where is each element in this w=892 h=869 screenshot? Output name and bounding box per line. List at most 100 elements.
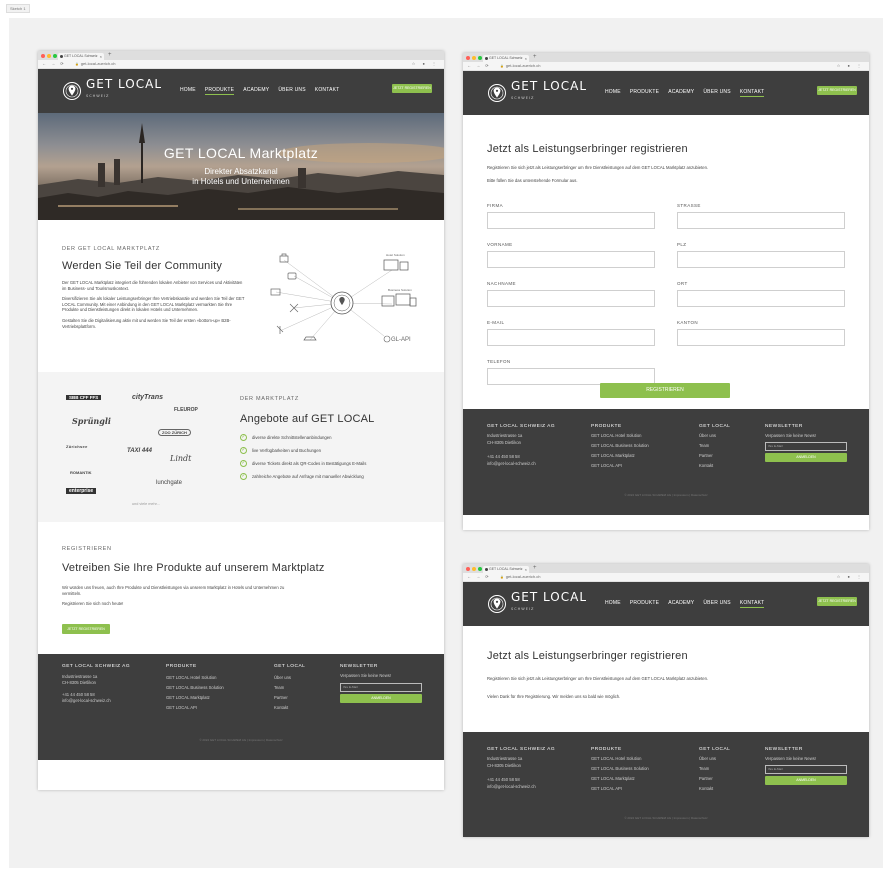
form-intro: Registrieren Sie sich jetzt als Leistung… <box>487 165 709 183</box>
menu-item-home[interactable]: HOME <box>180 87 196 95</box>
address-bar[interactable]: ← → ⟳ get-local-zuerich.ch ☆ ● ⋮ <box>38 60 444 69</box>
newsletter-email-input[interactable]: Ihre E-Mail <box>765 442 847 451</box>
main-menu: HOME PRODUKTE ACADEMY ÜBER UNS KONTAKT <box>605 89 765 97</box>
url-text[interactable]: get-local-zuerich.ch <box>500 574 541 579</box>
hero-subtitle: Direkter Absatzkanal in Hotels und Untern… <box>192 167 290 186</box>
partner-logo-sbb: SBB CFF FFS <box>66 395 102 400</box>
browser-tab[interactable]: GET LOCAL Schweiz × <box>58 53 104 60</box>
field-strasse[interactable] <box>677 212 845 229</box>
new-tab-icon[interactable]: + <box>108 52 112 58</box>
window-produkte: GET LOCAL Schweiz× + ← → ⟳ get-local-zue… <box>38 51 444 790</box>
menu-item-home[interactable]: HOME <box>605 89 621 97</box>
address-bar[interactable]: ← → ⟳ get-local-zuerich.ch ☆ ● ⋮ <box>463 62 869 71</box>
address-bar[interactable]: ← → ⟳ get-local-zuerich.ch ☆ ● ⋮ <box>463 573 869 582</box>
new-tab-icon[interactable]: + <box>533 54 537 60</box>
offers-section: SBB CFF FFS cityTrans FLEUROP Sprüngli Z… <box>38 372 444 522</box>
register-now-button[interactable]: JETZT REGISTRIEREN <box>62 624 110 634</box>
partner-logo-fleurop: FLEUROP <box>174 407 198 413</box>
logo-pin-icon <box>488 83 506 102</box>
site-header: GET LOCAL SCHWEIZ HOME PRODUKTE ACADEMY Ü… <box>38 69 444 113</box>
offers-title: Angebote auf GET LOCAL <box>240 413 375 425</box>
url-text[interactable]: get-local-zuerich.ch <box>75 61 116 66</box>
new-tab-icon[interactable]: + <box>533 565 537 571</box>
field-vorname[interactable] <box>487 251 655 268</box>
close-tab-icon[interactable]: × <box>100 53 102 60</box>
diagram-api-label: GL-API <box>391 337 411 343</box>
menu-item-produkte[interactable]: PRODUKTE <box>630 89 659 97</box>
site-logo[interactable]: GET LOCAL SCHWEIZ <box>487 591 587 615</box>
menu-item-kontakt[interactable]: KONTAKT <box>739 600 765 608</box>
menu-item-produkte[interactable]: PRODUKTE <box>204 87 235 95</box>
browser-nav-icons[interactable]: ← → ⟳ <box>467 574 491 579</box>
newsletter-subscribe-button[interactable]: ANMELDEN <box>765 453 847 462</box>
window-controls[interactable] <box>466 56 482 60</box>
success-section: Jetzt als Leistungserbringer registriere… <box>463 626 869 732</box>
site-footer: GET LOCAL SCHWEIZ AG Industriestrasse 1a… <box>463 409 869 515</box>
site-header: GET LOCAL SCHWEIZ HOME PRODUKTE ACADEMY Ü… <box>463 71 869 115</box>
offer-item: ✓ zahlreiche Angebote auf Anfrage mit man… <box>240 473 364 480</box>
partner-logos: SBB CFF FFS cityTrans FLEUROP Sprüngli Z… <box>62 392 227 517</box>
browser-tab[interactable]: GET LOCAL Schweiz × <box>483 566 529 573</box>
newsletter-email-input[interactable]: Ihre E-Mail <box>765 765 847 774</box>
field-email[interactable] <box>487 329 655 346</box>
window-controls[interactable] <box>41 54 57 58</box>
site-logo[interactable]: GET LOCAL SCHWEIZ <box>62 78 162 102</box>
form-right-column: STRASSE PLZ ORT KANTON <box>677 203 845 346</box>
menu-item-kontakt[interactable]: KONTAKT <box>739 89 765 97</box>
footer-newsletter: NEWSLETTER Verpassen Sie keine News! Ihr… <box>765 746 847 785</box>
partner-logo-lunchgate: lunchgate <box>156 480 183 486</box>
hero-title: GET LOCAL Marktplatz <box>163 145 319 161</box>
browser-ext-icons[interactable]: ☆ ● ⋮ <box>837 63 864 68</box>
footer-company: GET LOCAL SCHWEIZ AG Industriestrasse 1a… <box>487 747 556 789</box>
browser-tabbar: GET LOCAL Schweiz × + <box>463 53 869 62</box>
footer-newsletter: NEWSLETTER Verpassen Sie keine News! Ihr… <box>340 664 422 703</box>
close-tab-icon[interactable]: × <box>525 566 527 573</box>
success-title: Jetzt als Leistungserbringer registriere… <box>487 650 688 662</box>
menu-item-ueber-uns[interactable]: ÜBER UNS <box>703 600 730 608</box>
browser-ext-icons[interactable]: ☆ ● ⋮ <box>837 574 864 579</box>
field-kanton[interactable] <box>677 329 845 346</box>
url-text[interactable]: get-local-zuerich.ch <box>500 63 541 68</box>
browser-nav-icons[interactable]: ← → ⟳ <box>467 63 491 68</box>
logo-pin-icon <box>488 594 506 613</box>
menu-item-home[interactable]: HOME <box>605 600 621 608</box>
close-tab-icon[interactable]: × <box>525 55 527 62</box>
field-ort[interactable] <box>677 290 845 307</box>
artboard-canvas: GET LOCAL Schweiz× + ← → ⟳ get-local-zue… <box>9 18 883 868</box>
menu-item-kontakt[interactable]: KONTAKT <box>315 87 340 95</box>
site-logo[interactable]: GET LOCAL SCHWEIZ <box>487 80 587 104</box>
frame-label: Sketch 1 <box>6 4 30 13</box>
menu-item-ueber-uns[interactable]: ÜBER UNS <box>278 87 305 95</box>
field-plz[interactable] <box>677 251 845 268</box>
newsletter-subscribe-button[interactable]: ANMELDEN <box>340 694 422 703</box>
menu-item-produkte[interactable]: PRODUKTE <box>630 600 659 608</box>
header-register-button[interactable]: JETZT REGISTRIEREN <box>392 84 432 93</box>
footer-company: GET LOCAL SCHWEIZ AG Industriestrasse 1a… <box>487 424 556 466</box>
menu-item-academy[interactable]: ACADEMY <box>668 89 694 97</box>
browser-nav-icons[interactable]: ← → ⟳ <box>42 61 66 66</box>
offer-item: ✓ diverse direkte Schnittstellenanbindung… <box>240 434 332 441</box>
field-nachname[interactable] <box>487 290 655 307</box>
window-controls[interactable] <box>466 567 482 571</box>
menu-item-academy[interactable]: ACADEMY <box>668 600 694 608</box>
footer-getlocal: GET LOCAL Über uns Team Partner Kontakt <box>699 424 731 468</box>
offer-item: ✓ diverse Tickets direkt als QR-Codes in … <box>240 460 367 467</box>
register-text: Wir würden uns freuen, auch Ihre Produkt… <box>62 585 285 607</box>
menu-item-ueber-uns[interactable]: ÜBER UNS <box>703 89 730 97</box>
diagram-business-label: Business Solution <box>388 288 412 292</box>
partner-logo-citytrans: cityTrans <box>132 394 163 401</box>
browser-ext-icons[interactable]: ☆ ● ⋮ <box>412 61 439 66</box>
menu-item-academy[interactable]: ACADEMY <box>243 87 269 95</box>
submit-registration-button[interactable]: REGISTRIEREN <box>600 383 730 398</box>
header-register-button[interactable]: JETZT REGISTRIEREN <box>817 86 857 95</box>
newsletter-email-input[interactable]: Ihre E-Mail <box>340 683 422 692</box>
newsletter-subscribe-button[interactable]: ANMELDEN <box>765 776 847 785</box>
check-circle-icon: ✓ <box>240 434 247 441</box>
register-title: Vetreiben Sie Ihre Produkte auf unserem … <box>62 562 325 574</box>
main-menu: HOME PRODUKTE ACADEMY ÜBER UNS KONTAKT <box>605 600 765 608</box>
field-firma[interactable] <box>487 212 655 229</box>
browser-tab[interactable]: GET LOCAL Schweiz × <box>483 55 529 62</box>
window-registration-form: GET LOCAL Schweiz× + ← → ⟳ get-local-zue… <box>463 53 869 530</box>
community-text: Der GET LOCAL Marktplatz integriert die … <box>62 280 245 329</box>
header-register-button[interactable]: JETZT REGISTRIEREN <box>817 597 857 606</box>
